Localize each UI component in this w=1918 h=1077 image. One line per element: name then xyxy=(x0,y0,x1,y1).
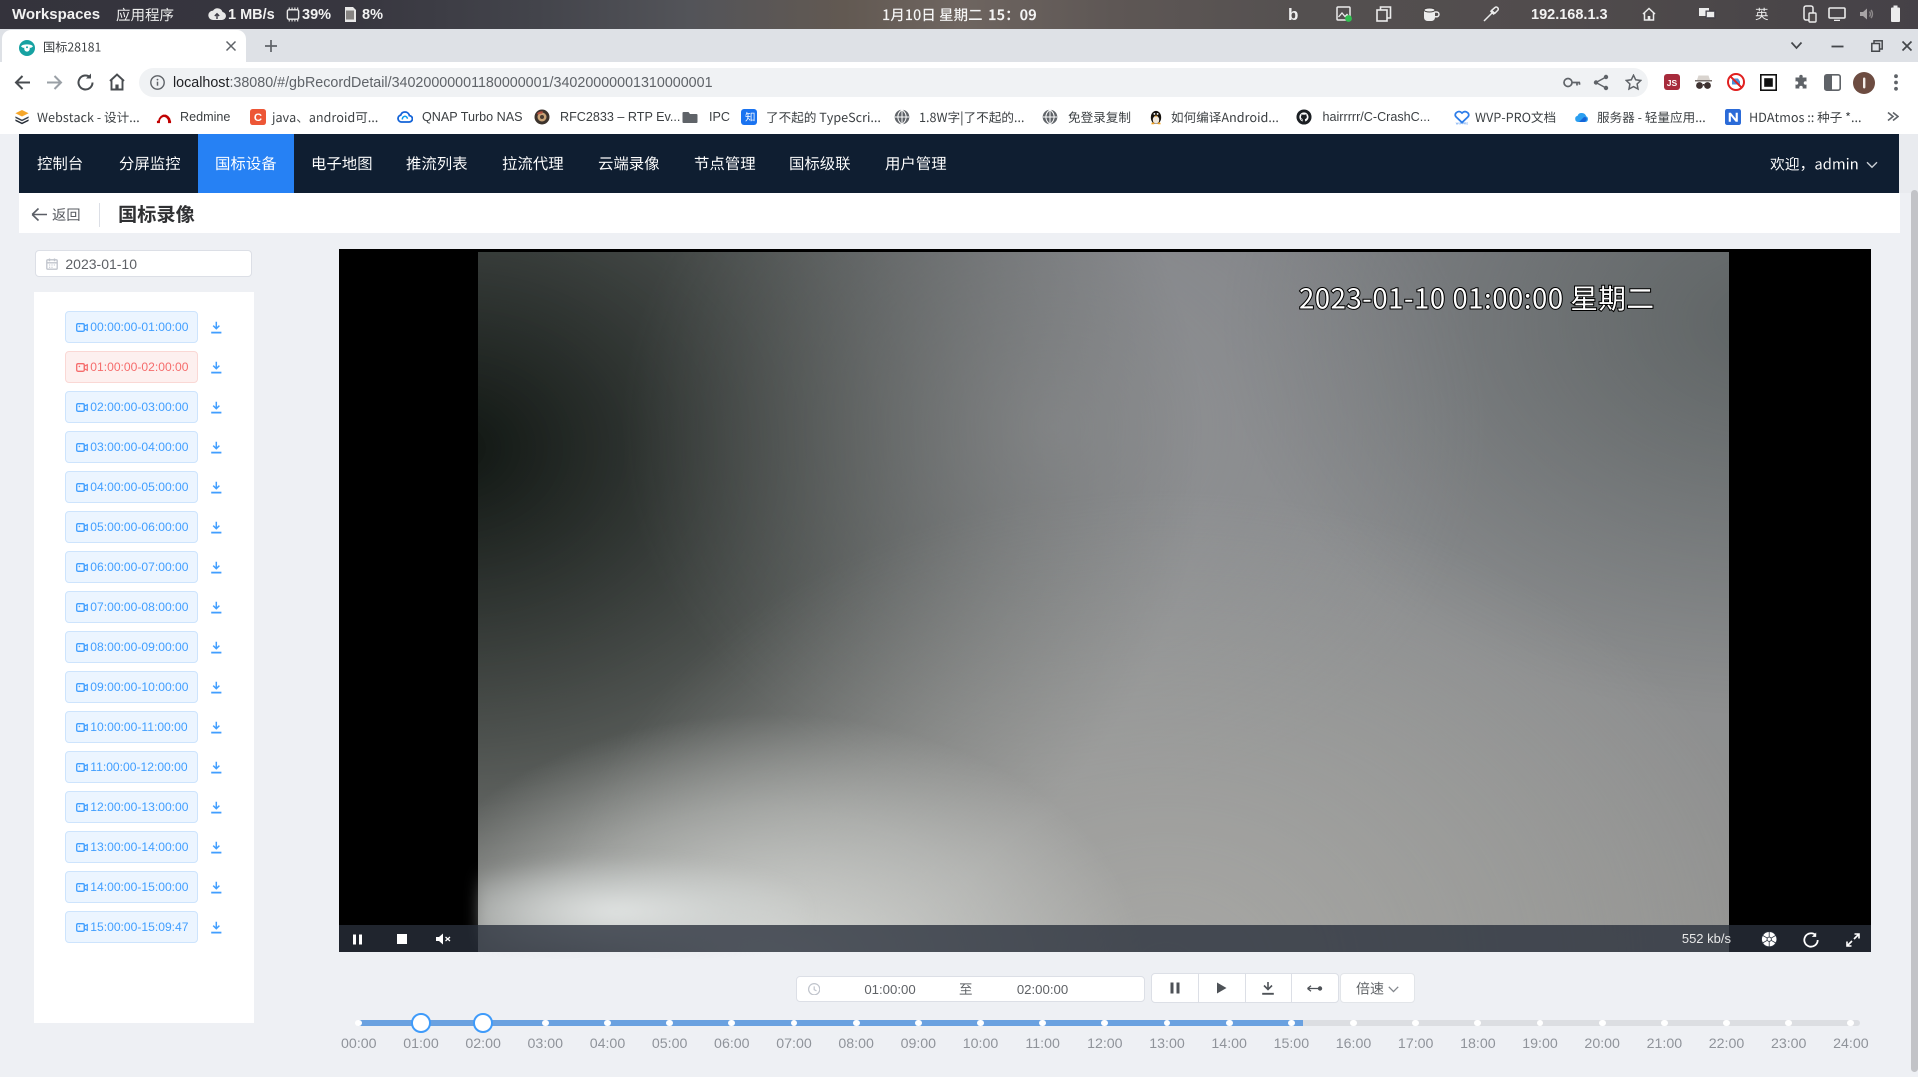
svg-text:WVP-PRO: WVP-PRO xyxy=(1456,121,1468,125)
svg-text:JS: JS xyxy=(1667,78,1678,88)
svg-text:C: C xyxy=(254,112,262,124)
